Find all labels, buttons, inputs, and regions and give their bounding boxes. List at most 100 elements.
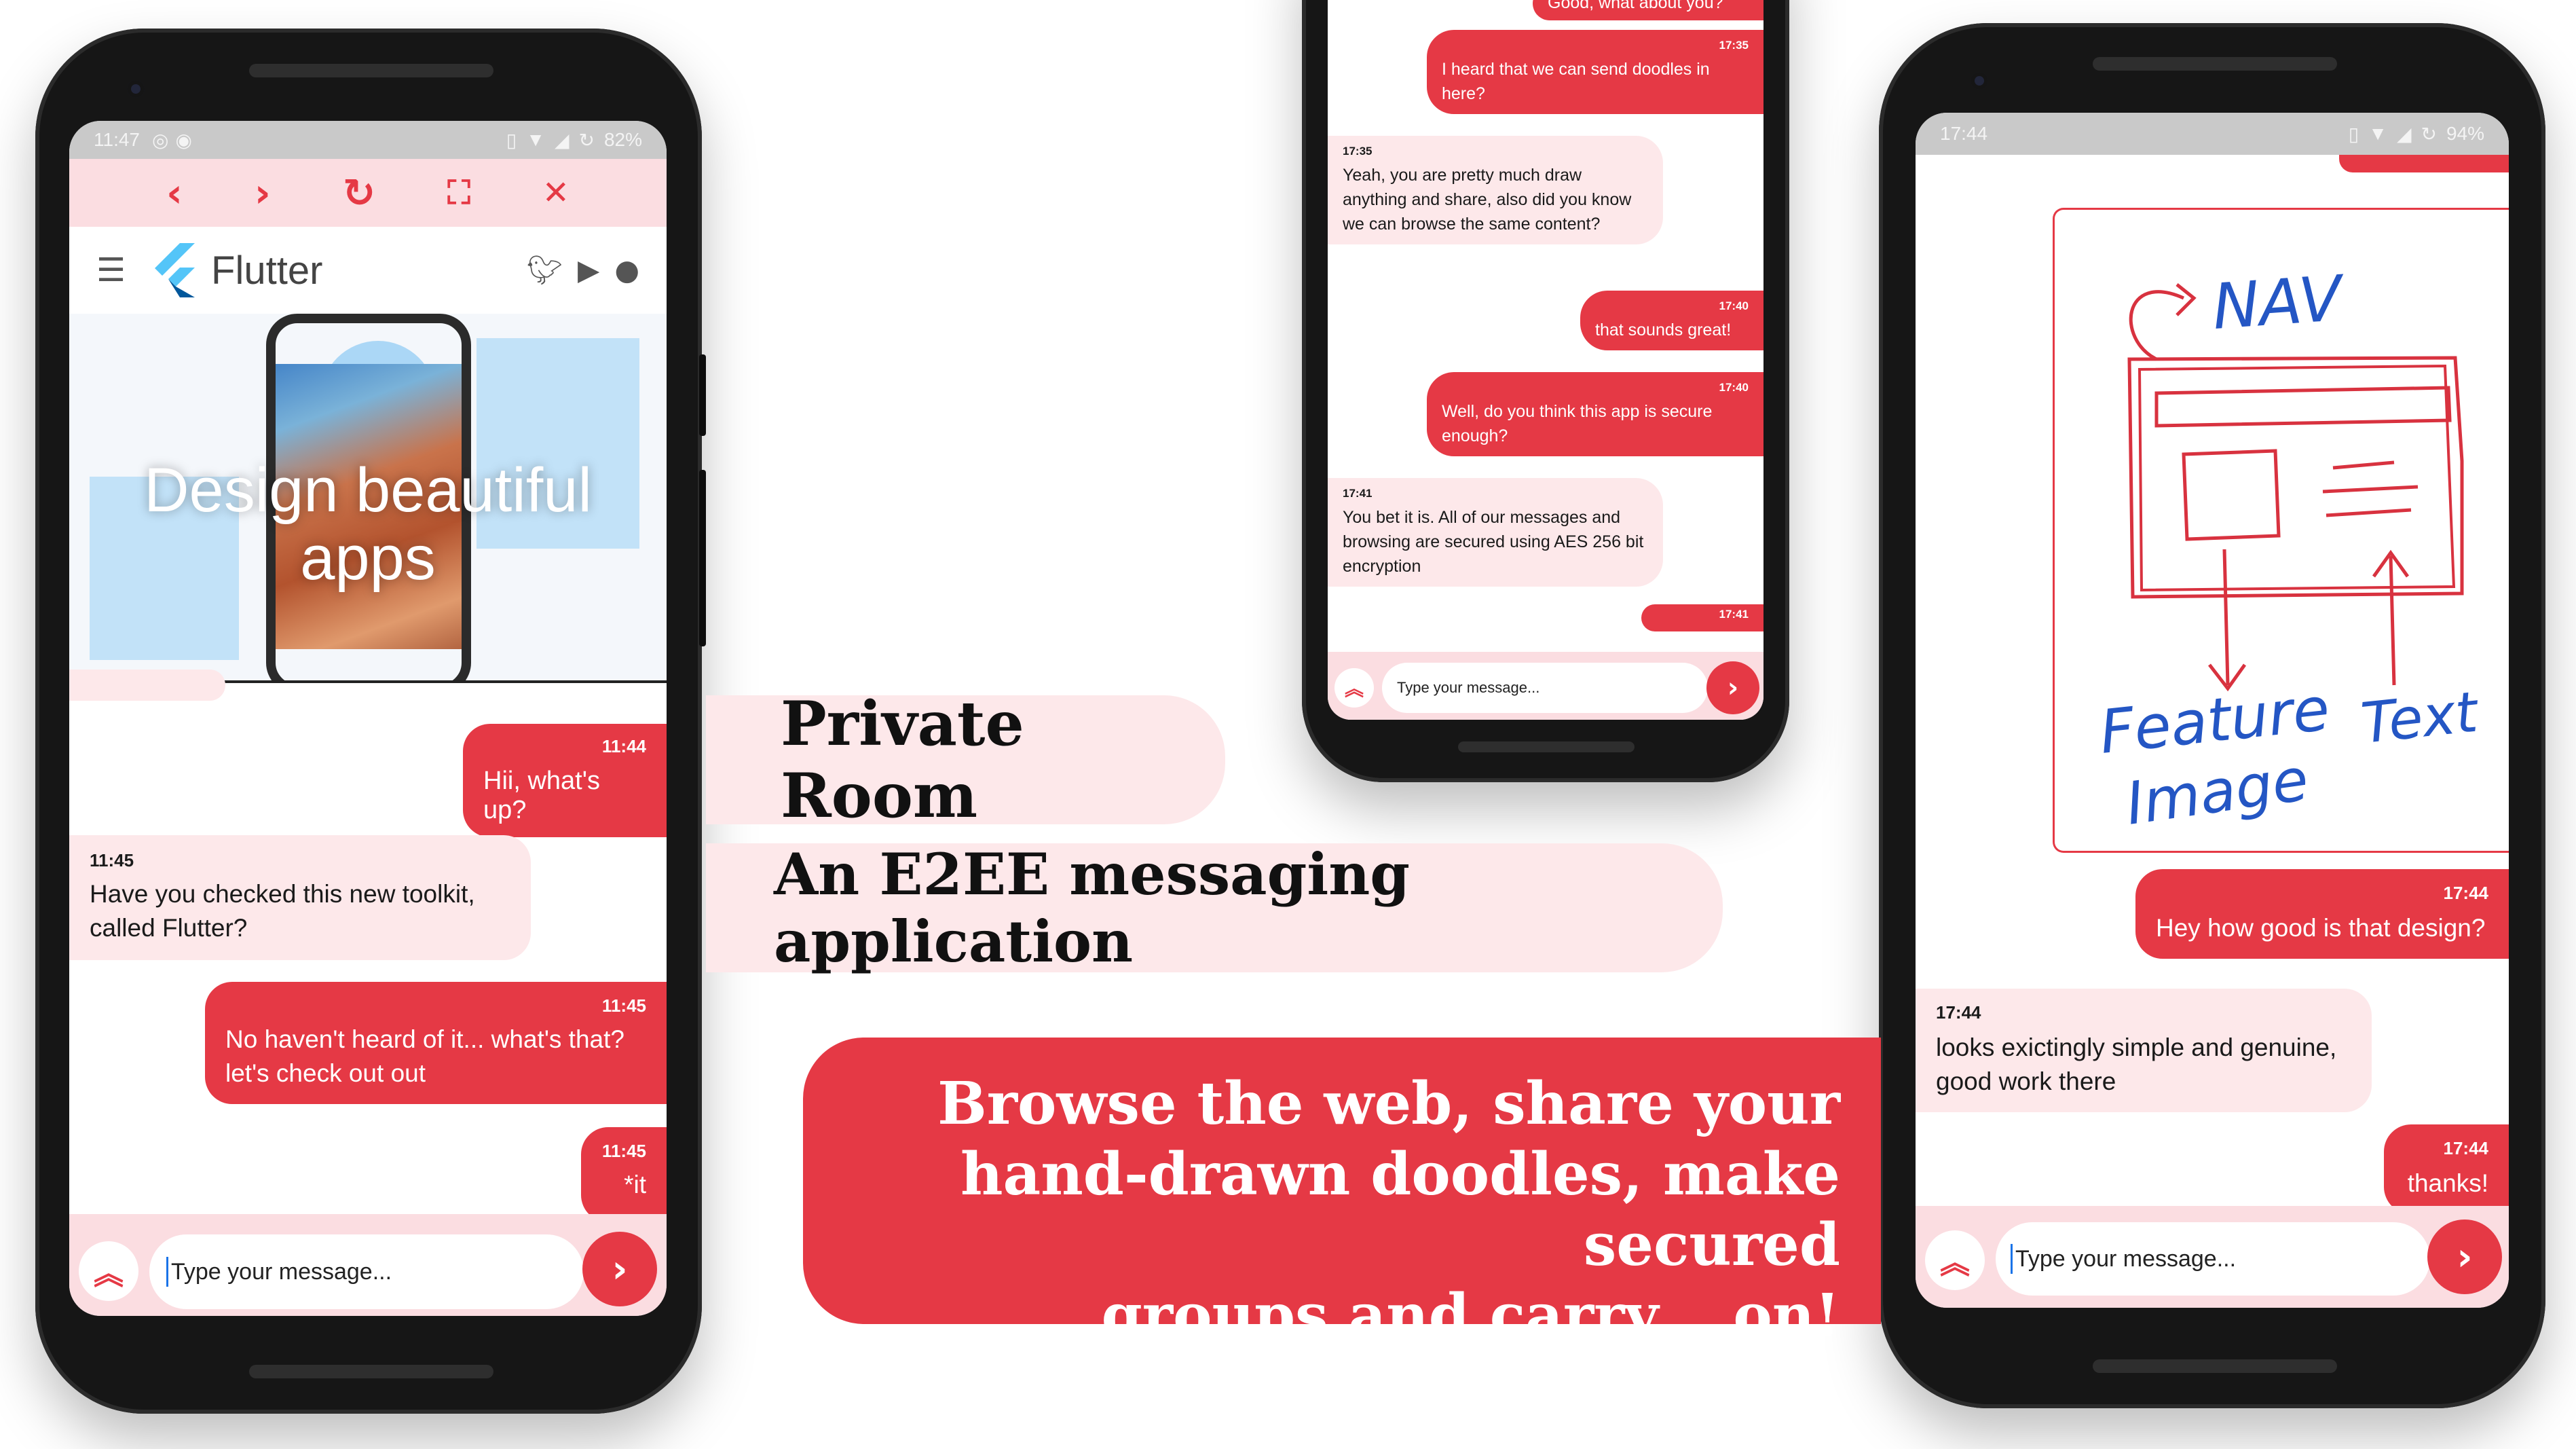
message-bubble: 11:45 Have you checked this new toolkit,… <box>69 835 531 960</box>
message-text: Yeah, you are pretty much draw anything … <box>1343 166 1632 234</box>
chat-area: 11:44 Hii, what's up? 11:45 Have you che… <box>69 670 667 1222</box>
message-time: 17:41 <box>1343 487 1373 500</box>
message-text: Hey how good is that design? <box>2156 914 2486 942</box>
earpiece <box>249 64 493 77</box>
message-text: Well, do you think this app is secure en… <box>1442 402 1713 445</box>
sync-icon: ↻ <box>2421 123 2437 145</box>
message-bubble: 11:44 Hii, what's up? <box>463 724 667 837</box>
message-time: 17:41 <box>1719 608 1749 621</box>
send-icon[interactable]: › <box>582 1232 657 1306</box>
message-time: 17:44 <box>1936 1002 1981 1023</box>
github-icon[interactable]: ● <box>614 253 639 287</box>
message-bubble: 17:44 Hey how good is that design? <box>2135 869 2509 959</box>
message-text: thanks! <box>2407 1169 2488 1197</box>
status-time: 11:47 <box>94 129 140 150</box>
flutter-logo-icon[interactable] <box>153 243 200 297</box>
message-time: 17:35 <box>1343 145 1373 158</box>
doodle-message[interactable]: NAV Feature Image Text <box>2053 208 2509 853</box>
hero-banner: Design beautiful apps <box>69 314 667 680</box>
youtube-icon[interactable]: ▶ <box>578 253 599 287</box>
send-icon[interactable]: › <box>1706 661 1759 714</box>
wifi-icon: ▼ <box>526 129 545 150</box>
app-subtitle-badge: An E2EE messaging application <box>706 841 1723 975</box>
browser-toolbar: ‹ › ↻ ⛶ ✕ <box>69 159 667 227</box>
message-text: Hii, what's up? <box>483 767 600 824</box>
composer: ︽ Type your message... › <box>69 1214 667 1316</box>
bottom-speaker <box>2093 1359 2337 1373</box>
message-bubble: 17:40 Well, do you think this app is sec… <box>1427 372 1763 456</box>
reload-icon[interactable]: ↻ <box>343 170 376 216</box>
message-bubble: 17:35 Yeah, you are pretty much draw any… <box>1328 136 1663 244</box>
earpiece <box>2093 57 2337 71</box>
twitter-icon[interactable]: 🐦︎ <box>527 253 563 287</box>
message-bubble <box>69 670 225 701</box>
composer: ︽ Type your message... › <box>1916 1206 2509 1308</box>
vibrate-icon: ▯ <box>2348 123 2359 145</box>
site-logo-text[interactable]: Flutter <box>211 248 322 293</box>
message-text: No haven't heard of it... what's that? l… <box>225 1025 624 1087</box>
message-input[interactable]: Type your message... <box>1996 1222 2430 1296</box>
message-bubble: 17:44 looks exictingly simple and genuin… <box>1916 989 2372 1112</box>
message-bubble: 17:35 I heard that we can send doodles i… <box>1427 30 1763 114</box>
status-time: 17:44 <box>1940 123 1988 144</box>
close-icon[interactable]: ✕ <box>542 174 570 212</box>
message-time: 11:44 <box>601 736 646 756</box>
back-icon[interactable]: ‹ <box>166 170 183 216</box>
message-text: I heard that we can send doodles in here… <box>1442 60 1710 103</box>
message-time: 11:45 <box>601 1141 646 1161</box>
wifi-icon: ▼ <box>2368 123 2387 144</box>
forward-icon[interactable]: › <box>255 170 271 216</box>
doodle-toggle-icon[interactable]: ︽ <box>79 1241 138 1301</box>
bottom-speaker <box>249 1365 493 1378</box>
doodle-toggle-icon[interactable]: ︽ <box>1334 668 1374 708</box>
message-time: 17:44 <box>2443 1138 2489 1158</box>
screen: 17:44 ▯ ▼ ◢ ↻ 94% NAV Feature Image Text… <box>1916 113 2509 1308</box>
phone-left: 11:47 ◎ ◉ ▯ ▼ ◢ ↻ 82% ‹ › ↻ ⛶ ✕ ☰ Flutte… <box>35 29 706 1414</box>
doodle-label-text: Text <box>2358 680 2482 756</box>
message-text: Have you checked this new toolkit, calle… <box>90 880 475 942</box>
vibrate-icon: ▯ <box>506 129 517 151</box>
message-input[interactable]: Type your message... <box>149 1234 584 1309</box>
message-time: 17:35 <box>1719 39 1749 52</box>
doodle-toggle-icon[interactable]: ︽ <box>1925 1230 1985 1290</box>
hero-heading: Design beautiful apps <box>144 456 592 593</box>
bottom-speaker <box>1458 741 1635 752</box>
signal-icon: ◉ <box>175 129 192 151</box>
power-button <box>699 354 706 436</box>
message-time: 11:45 <box>90 850 134 870</box>
status-bar: 11:47 ◎ ◉ ▯ ▼ ◢ ↻ 82% <box>69 121 667 159</box>
message-bubble: 11:45 *it <box>581 1127 667 1222</box>
feature-line: hand-drawn doodles, make secured <box>960 1140 1840 1279</box>
message-time: 17:40 <box>1719 381 1749 394</box>
message-bubble: 17:44 thanks! <box>2384 1124 2509 1214</box>
message-time: 17:44 <box>2443 883 2489 903</box>
phone-middle: Good, what about you? 17:35 I heard that… <box>1302 0 1789 782</box>
fullscreen-icon[interactable]: ⛶ <box>447 174 470 213</box>
screen: 11:47 ◎ ◉ ▯ ▼ ◢ ↻ 82% ‹ › ↻ ⛶ ✕ ☰ Flutte… <box>69 121 667 1316</box>
message-text: Good, what about you? <box>1548 0 1723 12</box>
message-input-placeholder: Type your message... <box>1397 679 1540 696</box>
feature-banner: Browse the web, share your hand-drawn do… <box>803 1038 1881 1350</box>
front-camera <box>1971 72 1988 90</box>
message-time: 11:45 <box>601 995 646 1016</box>
message-text: looks exictingly simple and genuine, goo… <box>1936 1033 2337 1095</box>
web-view[interactable]: ☰ Flutter 🐦︎ ▶ ● Design beautiful apps <box>69 227 667 683</box>
message-input[interactable]: Type your message... <box>1382 663 1708 713</box>
volume-button <box>699 470 706 646</box>
doodle-label-nav: NAV <box>2210 262 2348 344</box>
sync-icon: ↻ <box>578 129 595 151</box>
site-header: ☰ Flutter 🐦︎ ▶ ● <box>69 227 667 314</box>
app-title: Private Room <box>781 688 1024 832</box>
composer: ︽ Type your message... › <box>1328 652 1763 720</box>
whatsapp-icon: ◎ <box>152 129 169 151</box>
message-bubble: 17:41 <box>1641 604 1763 631</box>
app-subtitle: An E2EE messaging application <box>774 841 1411 975</box>
screen: Good, what about you? 17:35 I heard that… <box>1328 0 1763 720</box>
send-icon[interactable]: › <box>2427 1219 2502 1294</box>
message-input-placeholder: Type your message... <box>2015 1245 2237 1272</box>
message-bubble: Good, what about you? <box>1533 0 1763 20</box>
battery-text: 94% <box>2446 123 2484 144</box>
message-text: that sounds great! <box>1595 320 1732 340</box>
menu-icon[interactable]: ☰ <box>96 251 126 289</box>
feature-line: groups and carry... on! <box>1101 1281 1840 1350</box>
